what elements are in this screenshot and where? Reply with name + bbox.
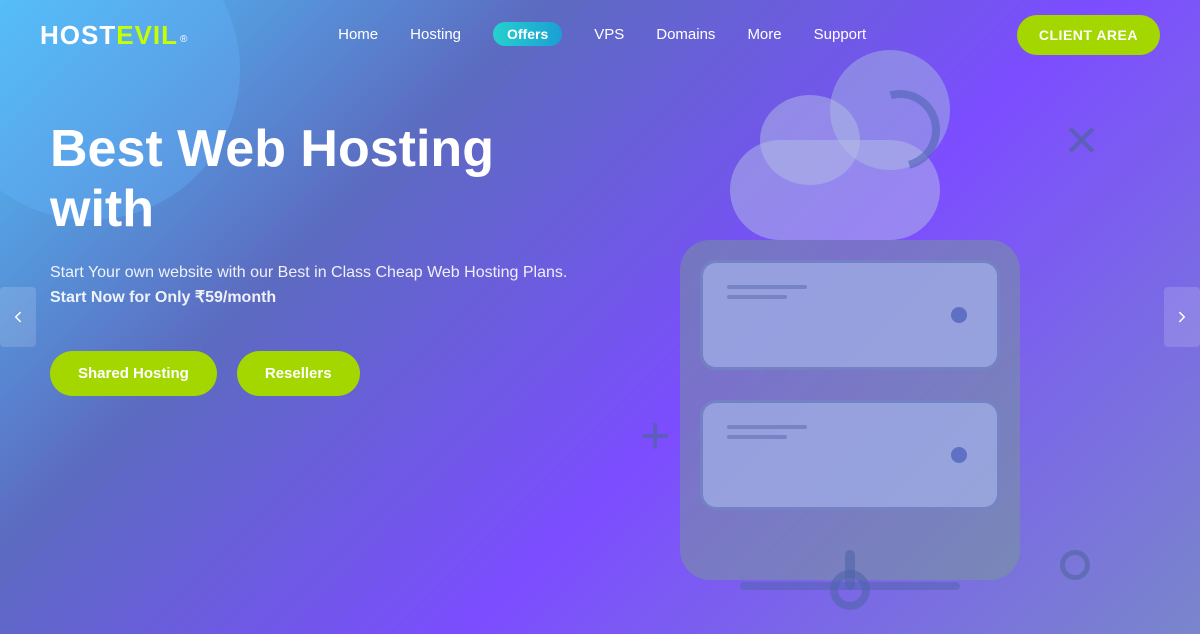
navbar: HOST EVIL ® Home Hosting Offers VPS Doma… xyxy=(0,0,1200,70)
rack-stand xyxy=(820,550,880,610)
nav-vps[interactable]: VPS xyxy=(594,26,624,43)
server-unit-2 xyxy=(700,400,1000,510)
hero-buttons: Shared Hosting Resellers xyxy=(50,351,567,396)
server-led-2 xyxy=(951,447,967,463)
hero-content: Best Web Hosting with Start Your own web… xyxy=(50,120,567,396)
chevron-left-icon xyxy=(9,308,27,326)
nav-offers[interactable]: Offers xyxy=(493,22,562,46)
server-unit-1 xyxy=(700,260,1000,370)
nav-hosting[interactable]: Hosting xyxy=(410,26,461,43)
shared-hosting-button[interactable]: Shared Hosting xyxy=(50,351,217,396)
stand-circle xyxy=(830,570,870,610)
chevron-right-icon xyxy=(1173,308,1191,326)
nav-home[interactable]: Home xyxy=(338,26,378,43)
server-line2-bottom xyxy=(727,435,787,439)
client-area-button[interactable]: CLIENT AREA xyxy=(1017,15,1160,55)
hero-subtitle: Start Your own website with our Best in … xyxy=(50,260,567,311)
hero-title: Best Web Hosting with xyxy=(50,120,567,240)
logo-evil: EVIL xyxy=(116,20,178,51)
nav-links: Home Hosting Offers VPS Domains More Sup… xyxy=(338,26,866,44)
nav-domains[interactable]: Domains xyxy=(656,26,715,43)
nav-support[interactable]: Support xyxy=(814,26,867,43)
hero-section: HOST EVIL ® Home Hosting Offers VPS Doma… xyxy=(0,0,1200,634)
x-decoration: ✕ xyxy=(1063,120,1100,164)
logo: HOST EVIL ® xyxy=(40,20,187,51)
server-line-top xyxy=(727,285,807,289)
server-led-1 xyxy=(951,307,967,323)
plus-decoration: + xyxy=(640,410,670,462)
resellers-button[interactable]: Resellers xyxy=(237,351,360,396)
nav-more[interactable]: More xyxy=(747,26,781,43)
server-line2-top xyxy=(727,425,807,429)
server-line-bottom xyxy=(727,295,787,299)
logo-dot: ® xyxy=(180,34,187,45)
cloud-illustration xyxy=(700,80,980,240)
server-rack xyxy=(680,230,1020,600)
carousel-arrow-right[interactable] xyxy=(1164,287,1200,347)
logo-host: HOST xyxy=(40,20,116,51)
hero-illustration: ✕ + xyxy=(600,60,1120,610)
small-circle-decoration xyxy=(1060,550,1090,580)
carousel-arrow-left[interactable] xyxy=(0,287,36,347)
